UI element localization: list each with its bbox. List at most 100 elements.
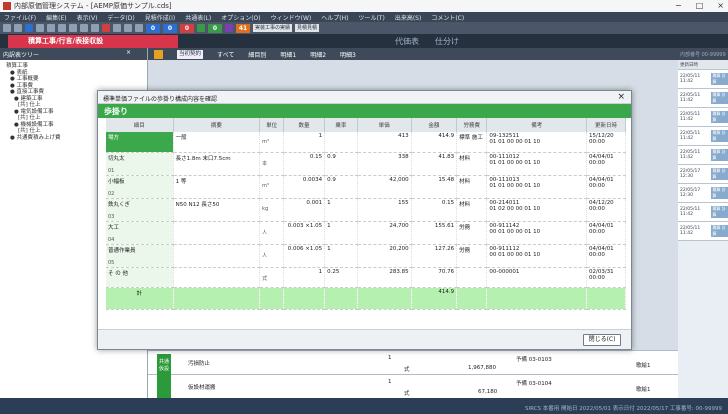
col-header-price: 単価: [357, 118, 412, 132]
paste-icon[interactable]: [69, 24, 77, 32]
row-name: 普通作業員: [108, 247, 136, 254]
cell-desc: 1 等: [173, 175, 261, 199]
redo-icon[interactable]: [91, 24, 99, 32]
right-panel-row[interactable]: 22/05/11 11:42 積算 計算: [678, 108, 728, 127]
right-panel: 内部番号 00-99999 更新日時 22/05/11 11:42 積算 計算 2…: [678, 48, 728, 398]
table-row[interactable]: 普通作業員 05 人 0.006 ×1.05 1 20,200 127.26 労務…: [106, 244, 627, 268]
cut-icon[interactable]: [47, 24, 55, 32]
toolbar-filter-box[interactable]: 実装工事の実績: [253, 24, 293, 32]
cell-amount: 414.9: [411, 132, 458, 153]
total-cell: [283, 287, 326, 310]
dialog-close-icon[interactable]: ×: [617, 92, 625, 102]
close-button[interactable]: 閉じる(C): [583, 334, 621, 346]
cell-qty: 0.003 ×1.05: [283, 221, 326, 245]
undo-icon[interactable]: [80, 24, 88, 32]
dialog-footer: 閉じる(C): [98, 329, 631, 349]
right-panel-row[interactable]: 22/05/11 11:42 積算 計算: [678, 203, 728, 222]
status-bar: SIRCS 本番用 開始日 2022/05/01 表示日付 2022/05/17…: [0, 404, 728, 414]
menu-help[interactable]: ヘルプ(H): [321, 13, 348, 22]
table-row[interactable]: 汚損防止 1 式 1,967,880 予備 03-0103 歌絵1: [148, 350, 678, 374]
cell-unit: 式: [259, 267, 284, 288]
right-panel-row[interactable]: 22/05/11 11:42 積算 計算: [678, 127, 728, 146]
row-date: 22/05/17 12:30: [680, 169, 701, 179]
row-amount: 67,180: [478, 389, 498, 395]
cell-name: 大工 04: [106, 221, 174, 245]
menu-options[interactable]: オプション(O): [221, 13, 260, 22]
minimize-button[interactable]: −: [675, 0, 682, 12]
cell-desc: [173, 244, 261, 268]
right-panel-row[interactable]: 22/05/17 12:30 積算 計算: [678, 184, 728, 203]
table-row[interactable]: 大工 04 人 0.003 ×1.05 1 24,700 155.61 労務 00…: [106, 221, 627, 245]
col-header-amount: 金額: [411, 118, 458, 132]
grid-icon[interactable]: [135, 24, 143, 32]
save-icon[interactable]: [25, 24, 33, 32]
filter-all[interactable]: すべて: [217, 50, 234, 59]
menu-common[interactable]: 共通表(L): [185, 13, 211, 22]
cell-date: 15/12/20 00:00: [586, 132, 627, 153]
table-row[interactable]: 場方 一般 m³ 1 413 414.9 標準 施工 09-132511 01 0…: [106, 132, 627, 153]
cell-name: 鉄丸くぎ 03: [106, 198, 174, 222]
right-panel-row[interactable]: 22/05/17 12:30 積算 計算: [678, 165, 728, 184]
cell-labor: 標準 施工: [456, 132, 488, 153]
new-icon[interactable]: [3, 24, 11, 32]
insert-icon[interactable]: [113, 24, 121, 32]
row-tag: 積算 計算: [711, 206, 728, 218]
row-flag: 歌絵1: [636, 387, 651, 393]
menu-estimate[interactable]: 見積作成(I): [145, 13, 175, 22]
right-panel-row[interactable]: 22/05/11 11:42 積算 計算: [678, 89, 728, 108]
tab-estimate[interactable]: 積算工事/行言/表接収設: [8, 35, 178, 48]
contract-dropdown[interactable]: 当初契約: [177, 49, 204, 59]
filter-item3[interactable]: 明細3: [340, 50, 356, 59]
print-icon[interactable]: [36, 24, 44, 32]
menu-comment[interactable]: コメント(C): [431, 13, 464, 22]
tab-strip: 積算工事/行言/表接収設 代価表 仕分け: [0, 34, 728, 48]
table-row[interactable]: 仮設材運搬 1 式 67,180 予備 03-0104 歌絵1: [148, 374, 678, 398]
total-cell: [357, 287, 412, 310]
col-header-note: 備考: [486, 118, 587, 132]
filter-detail[interactable]: 細目別: [248, 50, 266, 59]
menu-file[interactable]: ファイル(F): [4, 13, 36, 22]
table-row[interactable]: 鉄丸くぎ 03 N50 N12 長さ50 kg 0.001 1 155 0.15 …: [106, 198, 627, 222]
dialog-banner: 歩掛り: [98, 104, 631, 118]
filter-item1[interactable]: 明細1: [280, 50, 296, 59]
menu-window[interactable]: ウィンドウ(W): [271, 13, 312, 22]
open-icon[interactable]: [14, 24, 22, 32]
tab-unit-price[interactable]: 代価表: [395, 36, 419, 47]
row-unit: 式: [404, 367, 410, 373]
link-icon[interactable]: [225, 24, 233, 32]
row-number: 01: [108, 167, 115, 174]
table-row[interactable]: 切丸太 01 長さ1.8m 末口7.5cm 本 0.15 0.9 338 41.8…: [106, 152, 627, 176]
menu-data[interactable]: データ(D): [107, 13, 134, 22]
menu-tools[interactable]: ツール(T): [358, 13, 384, 22]
cell-price: 42,000: [357, 175, 412, 199]
close-window-button[interactable]: ×: [717, 0, 724, 12]
cell-name: 小幅板 02: [106, 175, 174, 199]
toolbar-mode-box[interactable]: 見積見積: [295, 24, 320, 32]
maximize-button[interactable]: □: [696, 0, 704, 12]
table-row[interactable]: 小幅板 02 1 等 m³ 0.0034 0.9 42,000 15.48 材料 …: [106, 175, 627, 199]
col-header-qty: 数量: [283, 118, 326, 132]
copy-icon[interactable]: [58, 24, 66, 32]
cell-name: 場方: [106, 132, 174, 153]
cell-rate: 1: [324, 221, 358, 245]
table-row[interactable]: そ の 他 式 1 0.25 283.85 70.76 00-000001 02…: [106, 267, 627, 288]
window-title: 内部原価管理システム - [AEMP原価サンプル.cds]: [14, 2, 172, 10]
menu-progress[interactable]: 出来高(S): [395, 13, 422, 22]
right-panel-row[interactable]: 22/05/11 11:42 積算 計算: [678, 222, 728, 241]
row-name: 小幅板: [108, 178, 125, 185]
right-panel-row[interactable]: 22/05/11 11:42 積算 計算: [678, 146, 728, 165]
tree-title: 内訳表ツリー: [3, 52, 40, 59]
check-icon[interactable]: [197, 24, 205, 32]
cell-labor: 材料: [456, 198, 488, 222]
tree-close-icon[interactable]: ×: [126, 49, 131, 56]
filter-item2[interactable]: 明細2: [310, 50, 326, 59]
menu-view[interactable]: 表示(V): [77, 13, 98, 22]
tab-classification[interactable]: 仕分け: [435, 36, 459, 47]
row-tag: 積算 計算: [711, 225, 728, 237]
delete-icon[interactable]: [102, 24, 110, 32]
right-panel-row[interactable]: 22/05/11 11:42 積算 計算: [678, 70, 728, 89]
menu-edit[interactable]: 編集(E): [46, 13, 66, 22]
cell-price: 413: [357, 132, 412, 153]
calc-icon[interactable]: [124, 24, 132, 32]
row-date: 22/05/11 11:42: [680, 93, 701, 103]
